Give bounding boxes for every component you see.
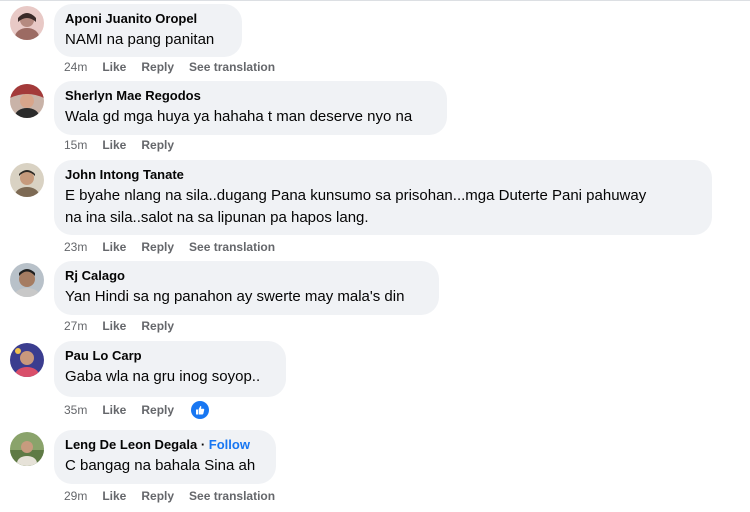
comment-actions: 24m Like Reply See translation [64,59,290,75]
comment-actions: 23m Like Reply See translation [64,239,290,255]
comment-text-line: na ina sila..salot na sa lipunan pa hapo… [65,209,369,226]
avatar[interactable] [10,163,44,197]
like-button[interactable]: Like [102,488,126,504]
comment-time[interactable]: 15m [64,137,87,153]
comment-author[interactable]: Sherlyn Mae Regodos [65,88,435,104]
comment-time[interactable]: 24m [64,59,87,75]
like-button[interactable]: Like [102,137,126,153]
reply-button[interactable]: Reply [141,488,174,504]
comment-author[interactable]: Aponi Juanito Oropel [65,11,230,27]
avatar[interactable] [10,432,44,466]
reply-button[interactable]: Reply [141,137,174,153]
reply-button[interactable]: Reply [141,402,174,418]
like-button[interactable]: Like [102,59,126,75]
comment-text: NAMI na pang panitan [65,31,215,48]
comment-text: Yan Hindi sa ng panahon ay swerte may ma… [65,288,405,305]
comment-bubble: Rj Calago Yan Hindi sa ng panahon ay swe… [54,261,439,315]
comment-bubble: Leng De Leon Degala · Follow C bangag na… [54,430,276,484]
avatar[interactable] [10,263,44,297]
like-button[interactable]: Like [102,318,126,334]
comment-bubble: Sherlyn Mae Regodos Wala gd mga huya ya … [54,81,447,135]
comment-text-line: E byahe nlang na sila..dugang Pana kunsu… [65,187,647,204]
see-translation-link[interactable]: See translation [189,239,275,255]
comment-text: C bangag na bahala Sina ah [65,457,256,474]
like-button[interactable]: Like [102,239,126,255]
comment-author[interactable]: Leng De Leon Degala [65,437,197,452]
comment-time[interactable]: 23m [64,239,87,255]
comment-author-line: Leng De Leon Degala · Follow [65,437,264,453]
comment-bubble: Pau Lo Carp Gaba wla na gru inog soyop.. [54,341,286,397]
comment-time[interactable]: 27m [64,318,87,334]
comment-bubble: Aponi Juanito Oropel NAMI na pang panita… [54,4,242,57]
comment-actions: 15m Like Reply [64,137,189,153]
comment-actions: 29m Like Reply See translation [64,488,290,504]
like-button[interactable]: Like [102,402,126,418]
comment-actions: 27m Like Reply [64,318,189,334]
comment-text: Gaba wla na gru inog soyop.. [65,368,261,385]
comment-time[interactable]: 29m [64,488,87,504]
avatar[interactable] [10,6,44,40]
reply-button[interactable]: Reply [141,59,174,75]
follow-button[interactable]: Follow [209,437,250,452]
name-separator: · [200,437,206,452]
comment-author[interactable]: John Intong Tanate [65,167,700,183]
comment-text: Wala gd mga huya ya hahaha t man deserve… [65,108,413,125]
reply-button[interactable]: Reply [141,318,174,334]
like-reaction-icon[interactable] [191,401,210,419]
comment-bubble: John Intong Tanate E byahe nlang na sila… [54,160,712,235]
avatar[interactable] [10,84,44,118]
see-translation-link[interactable]: See translation [189,59,275,75]
top-divider [0,0,750,1]
comment-author[interactable]: Pau Lo Carp [65,348,274,364]
comment-author[interactable]: Rj Calago [65,268,427,284]
comment-time[interactable]: 35m [64,402,87,418]
see-translation-link[interactable]: See translation [189,488,275,504]
avatar[interactable] [10,343,44,377]
comment-actions: 35m Like Reply [64,401,224,420]
reply-button[interactable]: Reply [141,239,174,255]
